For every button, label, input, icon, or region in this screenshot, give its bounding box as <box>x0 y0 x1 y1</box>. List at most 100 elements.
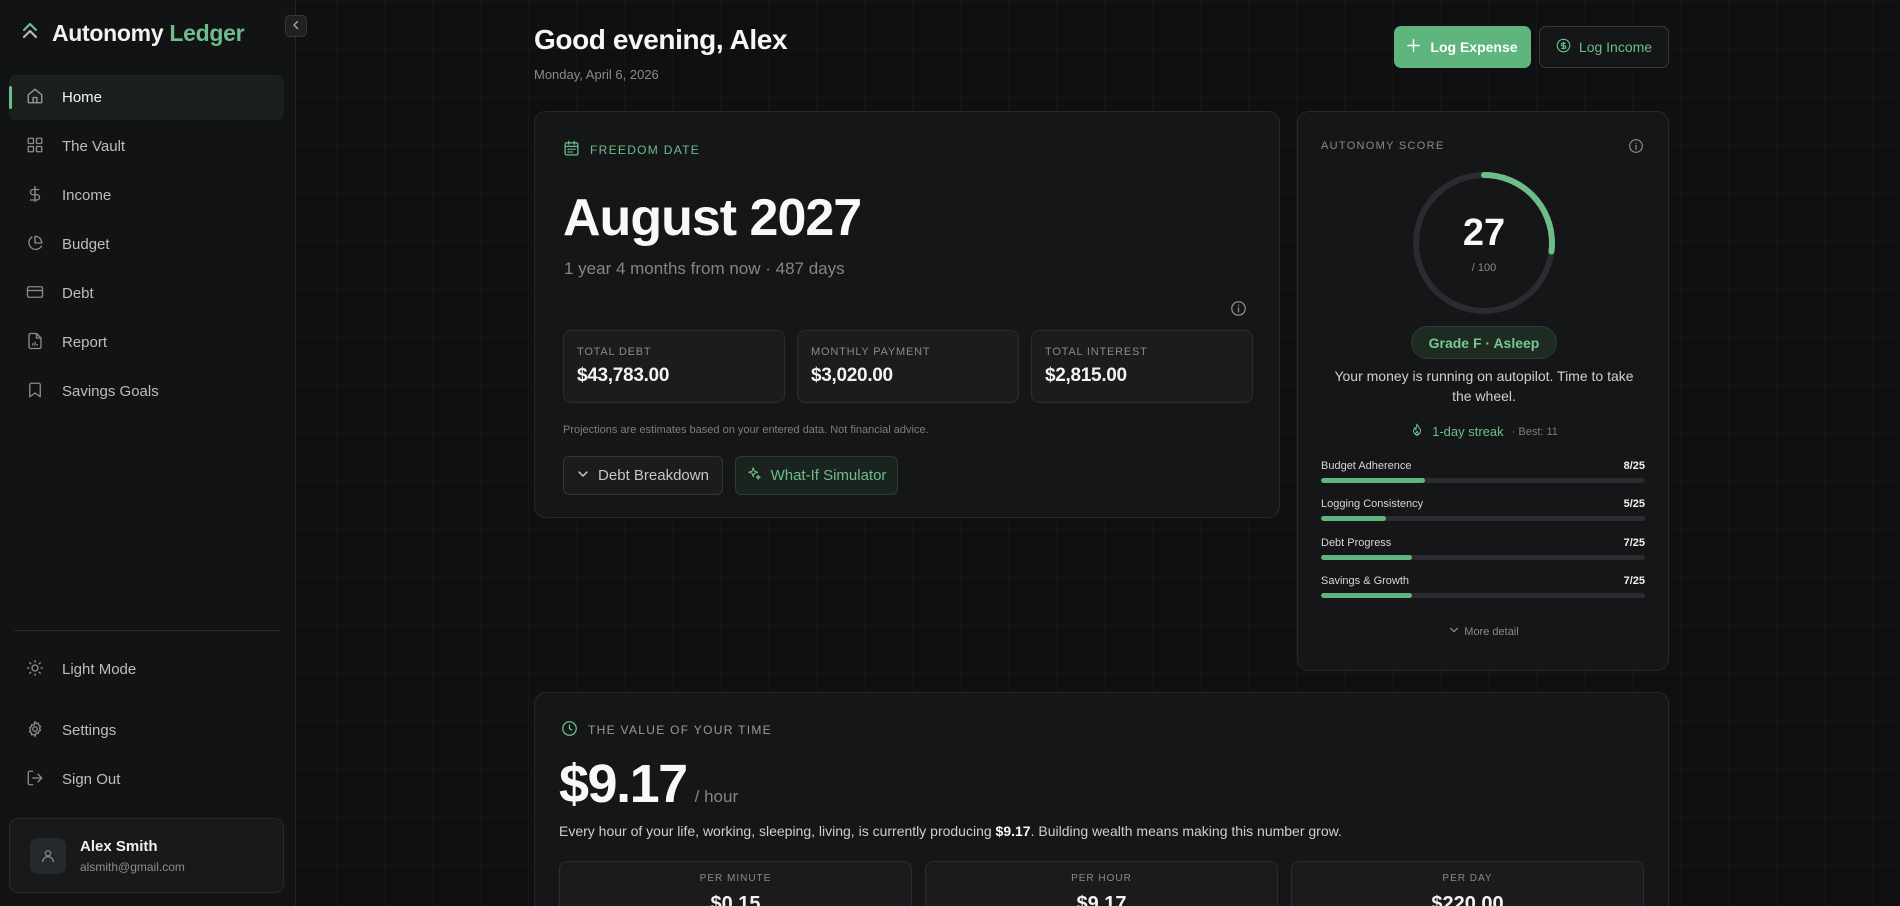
user-profile-card[interactable]: Alex Smith alsmith@gmail.com <box>9 818 284 893</box>
debt-breakdown-label: Debt Breakdown <box>598 467 709 484</box>
sidebar-item-label: Settings <box>62 722 117 739</box>
hourly-rate-unit: / hour <box>694 787 739 806</box>
grid-icon <box>26 136 44 158</box>
pie-chart-icon <box>26 234 44 256</box>
per-hour-stat: PER HOUR $9.17 <box>925 861 1278 906</box>
current-date: Monday, April 6, 2026 <box>534 67 659 82</box>
debt-breakdown-button[interactable]: Debt Breakdown <box>563 456 723 495</box>
sign-out-icon <box>26 769 44 791</box>
stat-label: PER DAY <box>1442 873 1493 884</box>
metric-bar <box>1321 478 1645 483</box>
projection-disclaimer: Projections are estimates based on your … <box>563 424 929 436</box>
metric-label: Savings & Growth <box>1321 575 1410 587</box>
metric-bar-fill <box>1321 593 1412 598</box>
freedom-date-heading: FREEDOM DATE <box>563 140 700 160</box>
brand-logo[interactable]: Autonomy Ledger <box>22 20 245 47</box>
sidebar-item-savings-goals[interactable]: Savings Goals <box>9 369 284 414</box>
more-detail-toggle[interactable]: More detail <box>1298 625 1670 638</box>
metric-label: Debt Progress <box>1321 537 1392 549</box>
stat-value: $0.15 <box>710 893 761 906</box>
credit-card-icon <box>26 283 44 305</box>
time-value-heading: THE VALUE OF YOUR TIME <box>561 720 772 740</box>
metric-bar <box>1321 593 1645 598</box>
total-debt-stat: TOTAL DEBT $43,783.00 <box>563 330 785 403</box>
metric-bar-fill <box>1321 555 1412 560</box>
stat-value: $220.00 <box>1431 893 1504 906</box>
log-income-button[interactable]: Log Income <box>1539 26 1669 68</box>
metric-label: Logging Consistency <box>1321 498 1424 510</box>
stat-label: PER HOUR <box>1071 873 1132 884</box>
metric-value: 7/25 <box>1623 537 1645 549</box>
metric-savings-growth: Savings & Growth 7/25 <box>1321 575 1645 598</box>
report-icon <box>26 332 44 354</box>
sign-out-button[interactable]: Sign Out <box>9 757 284 802</box>
sidebar-item-label: Light Mode <box>62 661 137 678</box>
page-title: Good evening, Alex <box>534 24 788 55</box>
collapse-sidebar-button[interactable] <box>285 15 307 37</box>
light-mode-toggle[interactable]: Light Mode <box>9 647 284 692</box>
hourly-rate: $9.17 / hour <box>559 753 738 815</box>
dollar-icon <box>26 185 44 207</box>
log-expense-label: Log Expense <box>1430 39 1518 55</box>
metric-value: 5/25 <box>1623 498 1645 510</box>
bookmark-icon <box>26 381 44 403</box>
streak-count: 1-day streak <box>1432 424 1504 439</box>
autonomy-score-card: AUTONOMY SCORE 27 / 100 Grade F · Asleep… <box>1297 111 1669 671</box>
freedom-date-value: August 2027 <box>563 189 862 247</box>
stat-label: MONTHLY PAYMENT <box>811 346 931 358</box>
hourly-rate-description: Every hour of your life, working, sleepi… <box>559 823 1342 839</box>
info-icon[interactable] <box>1628 138 1644 159</box>
plus-icon <box>1407 39 1421 55</box>
sidebar-divider <box>14 630 280 631</box>
freedom-date-card: FREEDOM DATE August 2027 1 year 4 months… <box>534 111 1280 518</box>
sidebar-item-label: Income <box>62 187 112 204</box>
sidebar-item-the-vault[interactable]: The Vault <box>9 124 284 169</box>
sun-icon <box>26 659 44 681</box>
sidebar-item-report[interactable]: Report <box>9 320 284 365</box>
sidebar-item-debt[interactable]: Debt <box>9 271 284 316</box>
monthly-payment-stat: MONTHLY PAYMENT $3,020.00 <box>797 330 1019 403</box>
what-if-simulator-button[interactable]: What-If Simulator <box>735 456 898 495</box>
info-icon[interactable] <box>1230 300 1247 322</box>
sidebar-item-label: Sign Out <box>62 771 121 788</box>
sidebar-item-label: Debt <box>62 285 94 302</box>
chevrons-up-icon <box>22 22 38 45</box>
home-icon <box>26 87 44 109</box>
clock-icon <box>561 720 578 740</box>
stat-value: $9.17 <box>1076 893 1127 906</box>
sidebar: Autonomy Ledger Home The Vault Income Bu… <box>0 0 296 906</box>
sidebar-item-home[interactable]: Home <box>9 75 284 120</box>
avatar <box>30 837 66 874</box>
chevron-down-icon <box>577 467 589 484</box>
stat-value: $43,783.00 <box>577 365 670 386</box>
score-max: / 100 <box>1471 262 1497 274</box>
sidebar-item-income[interactable]: Income <box>9 173 284 218</box>
user-email: alsmith@gmail.com <box>80 859 185 874</box>
chevron-left-icon <box>291 17 301 35</box>
log-income-label: Log Income <box>1578 39 1653 55</box>
score-value: 27 <box>1462 212 1506 254</box>
gear-icon <box>26 719 44 742</box>
sidebar-item-label: Home <box>62 89 103 106</box>
sidebar-item-label: Budget <box>62 236 110 253</box>
autonomy-message: Your money is running on autopilot. Time… <box>1334 368 1634 404</box>
streak-best: · Best: 11 <box>1511 425 1558 438</box>
calendar-icon <box>563 140 580 160</box>
sidebar-item-settings[interactable]: Settings <box>9 708 284 753</box>
brand-name: Autonomy Ledger <box>52 20 245 46</box>
dollar-circle-icon <box>1556 38 1571 56</box>
freedom-date-countdown: 1 year 4 months from now · 487 days <box>564 259 845 278</box>
sparkles-icon <box>747 466 762 485</box>
sidebar-item-label: Report <box>62 334 108 351</box>
per-day-stat: PER DAY $220.00 <box>1291 861 1644 906</box>
sidebar-item-label: The Vault <box>62 138 126 155</box>
grade-badge: Grade F · Asleep <box>1411 326 1557 359</box>
autonomy-score-heading: AUTONOMY SCORE <box>1321 140 1445 152</box>
metric-value: 7/25 <box>1623 575 1645 587</box>
metric-bar <box>1321 555 1645 560</box>
sidebar-item-budget[interactable]: Budget <box>9 222 284 267</box>
log-expense-button[interactable]: Log Expense <box>1394 26 1531 68</box>
metric-value: 8/25 <box>1623 460 1645 472</box>
chevron-down-icon <box>1449 625 1459 638</box>
metric-label: Budget Adherence <box>1321 460 1412 472</box>
